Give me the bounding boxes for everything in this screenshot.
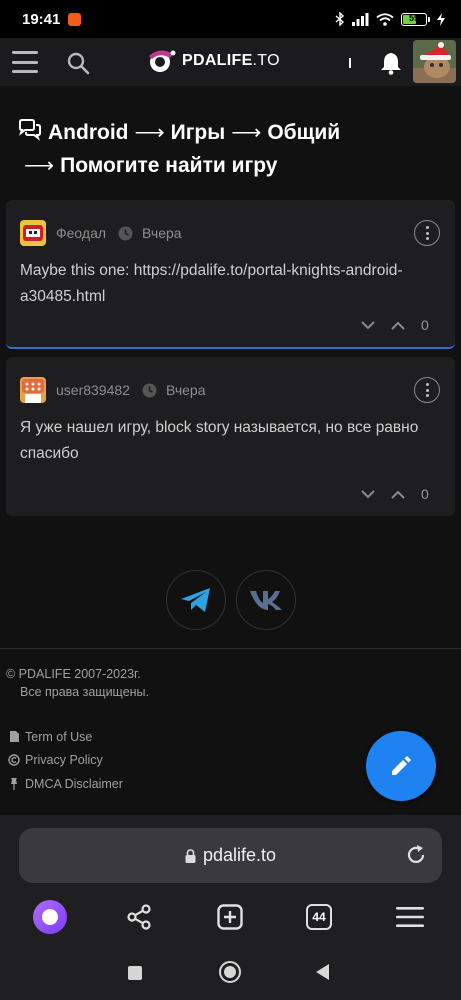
header-indicator xyxy=(349,58,351,68)
vote-count: 0 xyxy=(421,486,429,502)
site-header: PDALIFE.TO xyxy=(0,38,461,86)
footer-link-dmca[interactable]: DMCA Disclaimer xyxy=(8,772,123,796)
comment-username[interactable]: user839482 xyxy=(56,382,130,398)
file-icon xyxy=(9,731,19,743)
back-button[interactable] xyxy=(316,964,329,980)
more-vertical-icon[interactable] xyxy=(414,377,440,403)
browser-menu-button[interactable] xyxy=(388,895,432,939)
bell-icon[interactable] xyxy=(380,51,402,75)
vk-button[interactable] xyxy=(235,570,296,630)
breadcrumb-item-general[interactable]: Общий xyxy=(267,121,340,144)
commenter-avatar[interactable] xyxy=(20,377,46,403)
logo-icon xyxy=(149,50,176,72)
home-button[interactable] xyxy=(219,961,241,983)
chevron-down-icon[interactable] xyxy=(361,489,375,499)
vk-icon xyxy=(249,591,282,610)
search-icon[interactable] xyxy=(66,51,90,75)
logo-text: PDALIFE.TO xyxy=(182,52,280,69)
clock-icon xyxy=(142,383,157,397)
vote-count: 0 xyxy=(421,317,429,333)
bluetooth-icon xyxy=(335,12,345,26)
rights-line: Все права защищены. xyxy=(20,685,150,699)
comment-time: Вчера xyxy=(142,225,182,241)
new-tab-button[interactable] xyxy=(208,895,252,939)
breadcrumb-separator: ⟶ xyxy=(134,121,165,144)
breadcrumb: Android ⟶ Игры ⟶ Общий ⟶ Помогите найти игру xyxy=(18,116,448,182)
chat-bubbles-icon xyxy=(19,119,41,141)
lock-icon xyxy=(185,848,196,863)
wifi-icon xyxy=(376,12,394,26)
user-avatar[interactable] xyxy=(413,40,456,83)
alice-assistant-button[interactable] xyxy=(28,895,72,939)
share-button[interactable] xyxy=(117,895,161,939)
footer-links: Term of Use Privacy Policy DMCA Disclaim… xyxy=(8,725,123,796)
breadcrumb-separator: ⟶ xyxy=(24,154,55,177)
tabs-button[interactable]: 44 xyxy=(297,895,341,939)
tabs-count: 44 xyxy=(306,904,332,930)
breadcrumb-item-android[interactable]: Android xyxy=(48,121,128,144)
chevron-down-icon[interactable] xyxy=(361,320,375,330)
comment-time: Вчера xyxy=(165,382,206,398)
chevron-up-icon[interactable] xyxy=(391,321,405,330)
charging-icon xyxy=(437,12,445,26)
status-icons: 59 xyxy=(335,12,445,26)
footer-divider xyxy=(0,648,461,649)
recents-button[interactable] xyxy=(128,966,142,980)
add-tab-icon xyxy=(217,904,243,930)
comment-text: Maybe this one: https://pdalife.to/porta… xyxy=(20,262,403,305)
comment-text: Я уже нашел игру, block story называется… xyxy=(20,419,419,462)
clock-icon xyxy=(118,226,133,240)
footer-link-privacy[interactable]: Privacy Policy xyxy=(8,749,123,773)
battery-level: 59 xyxy=(408,12,419,23)
copyright-icon xyxy=(8,754,20,766)
social-links xyxy=(0,570,461,630)
telegram-button[interactable] xyxy=(165,570,226,630)
chevron-up-icon[interactable] xyxy=(391,490,405,499)
footer-link-terms[interactable]: Term of Use xyxy=(8,725,123,749)
comment-card: Феодал Вчера Maybe this one: https://pda… xyxy=(6,200,455,349)
site-logo[interactable]: PDALIFE.TO xyxy=(146,47,280,75)
status-time: 19:41 xyxy=(22,10,61,28)
breadcrumb-item-current: Помогите найти игру xyxy=(60,154,278,177)
comment-username[interactable]: Феодал xyxy=(56,225,106,241)
url-text: pdalife.to xyxy=(202,845,277,865)
share-icon xyxy=(127,904,151,930)
browser-nav: 44 xyxy=(0,895,461,939)
status-bar: 19:41 59 xyxy=(0,0,461,38)
breadcrumb-item-games[interactable]: Игры xyxy=(171,121,226,144)
more-vertical-icon[interactable] xyxy=(414,220,440,246)
battery-indicator: 59 xyxy=(401,12,430,26)
comment-card: user839482 Вчера Я уже нашел игру, block… xyxy=(6,357,455,516)
menu-icon xyxy=(396,907,424,927)
pencil-icon xyxy=(392,756,411,775)
signal-icon xyxy=(352,12,369,26)
notification-app-icon xyxy=(68,12,82,26)
hamburger-menu-icon[interactable] xyxy=(12,51,38,73)
pin-icon xyxy=(11,777,17,790)
commenter-avatar[interactable] xyxy=(20,220,46,246)
system-navigation xyxy=(0,950,461,994)
telegram-icon xyxy=(180,588,210,612)
copyright-line: © PDALIFE 2007-2023г. xyxy=(6,667,141,681)
write-comment-button[interactable] xyxy=(366,731,436,801)
reload-icon[interactable] xyxy=(405,844,427,866)
breadcrumb-separator: ⟶ xyxy=(231,121,262,144)
address-bar[interactable]: pdalife.to xyxy=(19,828,442,883)
copyright: © PDALIFE 2007-2023г. Все права защищены… xyxy=(6,665,149,701)
